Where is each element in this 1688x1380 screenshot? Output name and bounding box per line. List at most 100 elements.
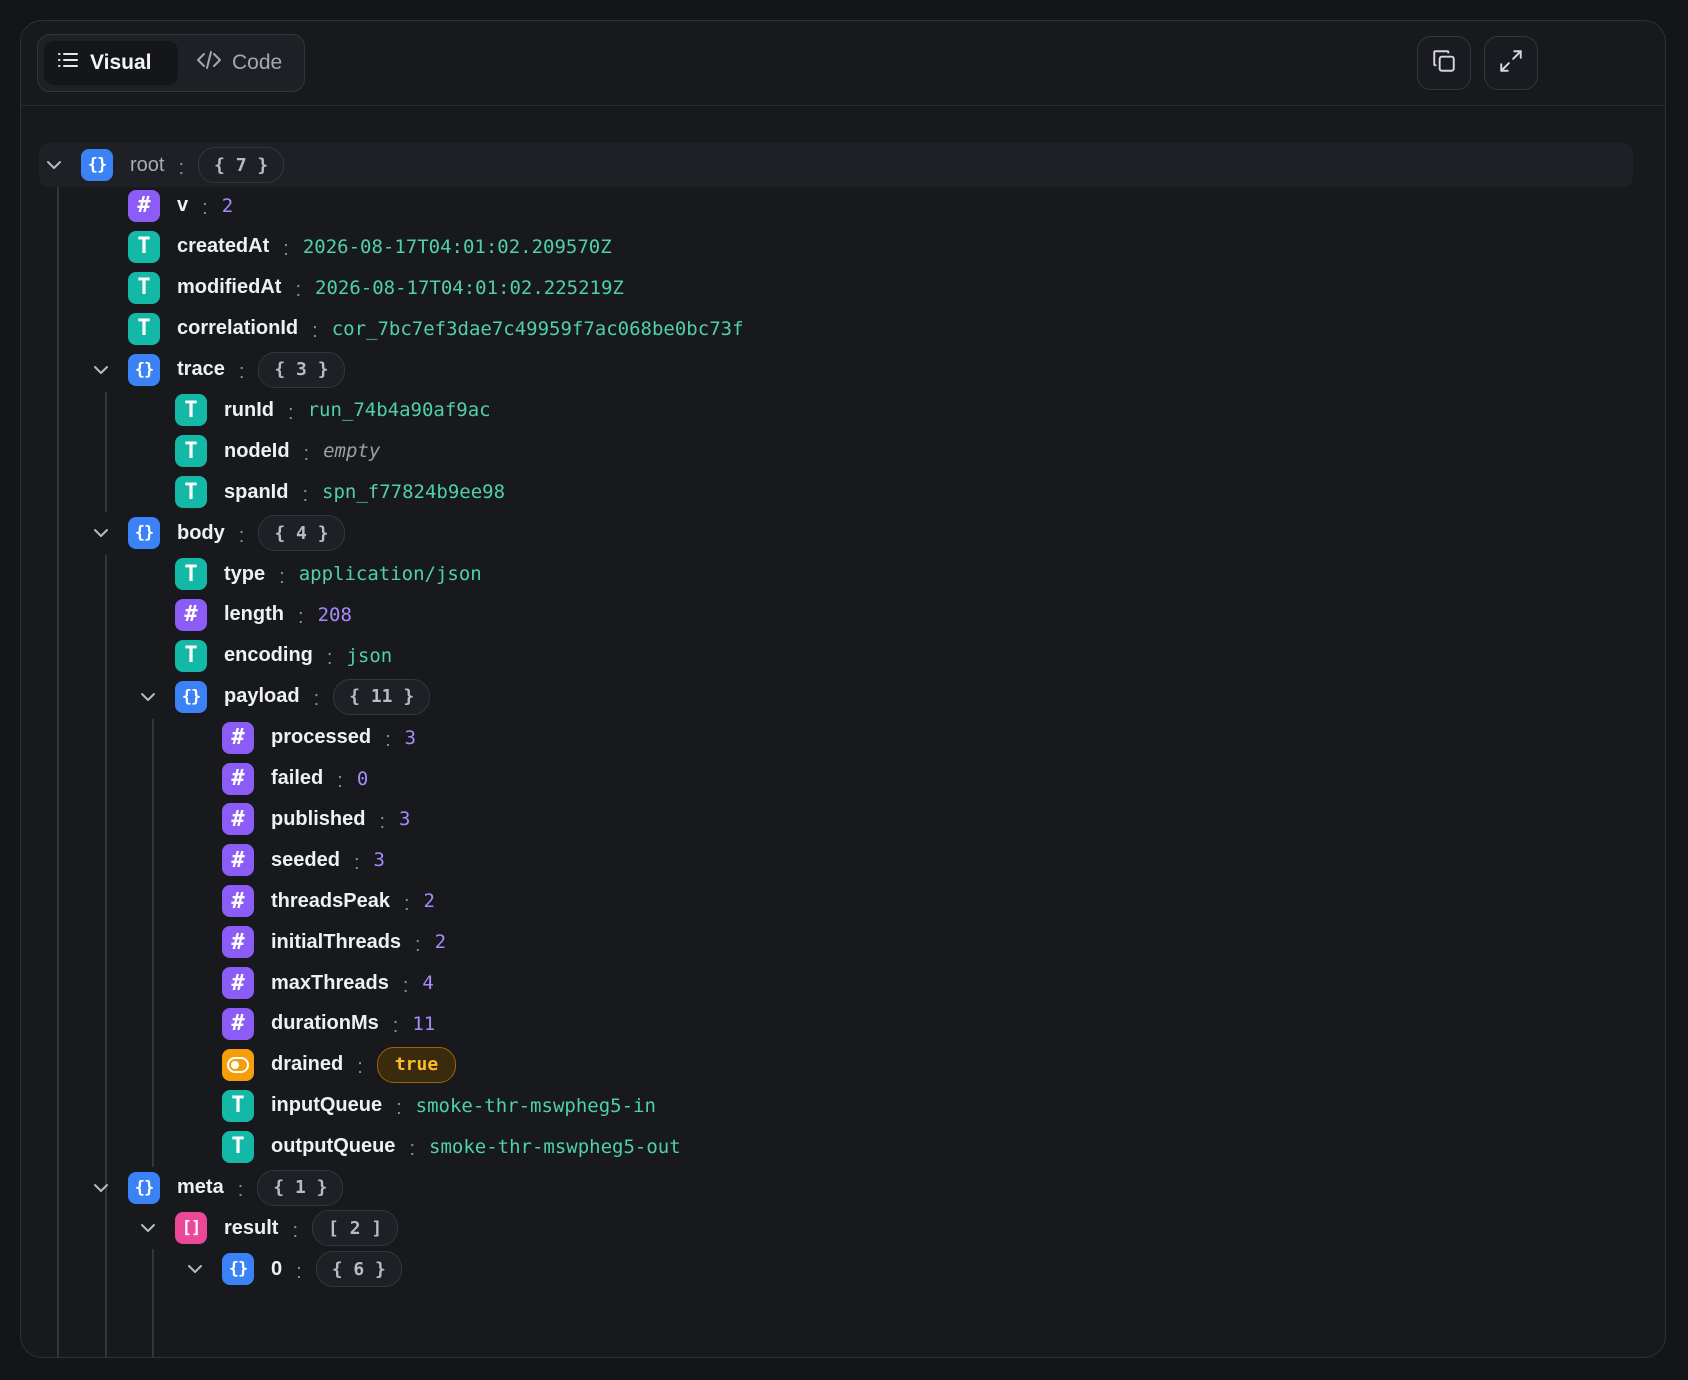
colon-separator: : — [385, 729, 391, 752]
key-label: modifiedAt — [177, 276, 282, 299]
tree-row: # v:2 — [128, 184, 233, 228]
colon-separator: : — [312, 320, 318, 343]
copy-button[interactable] — [1417, 36, 1471, 90]
tree-guide-line — [57, 187, 59, 1357]
colon-separator: : — [337, 770, 343, 792]
key-label: outputQueue — [271, 1135, 396, 1158]
tree-row: # processed:3 — [222, 716, 416, 760]
json-viewer-panel: Visual Code {} root: {7} # v: 2 T cr… — [20, 20, 1666, 1358]
child-count-badge: { 6 } — [315, 1251, 402, 1288]
string-type-icon: T — [175, 476, 207, 509]
number-value: 3 — [404, 726, 417, 749]
colon-separator: : — [295, 279, 301, 302]
colon-separator: : — [238, 524, 245, 547]
boolean-type-icon — [222, 1048, 254, 1081]
key-label: v — [177, 194, 189, 217]
colon-separator: : — [402, 974, 409, 997]
colon-separator: : — [396, 1097, 402, 1120]
key-label: correlationId — [177, 317, 299, 340]
tree-row: TcreatedAt:2026-08-17T04:01:02.209570Z — [128, 225, 612, 269]
string-value: application/json — [298, 563, 482, 585]
tree-row: Tencoding: json — [175, 634, 392, 678]
tree-row[interactable]: {} trace: { 3 } — [88, 348, 345, 392]
string-value: spn_f77824b9ee98 — [322, 481, 506, 504]
tree-row[interactable]: {} root: { 7 } — [41, 143, 285, 187]
child-count-badge: { 1 } — [257, 1169, 344, 1206]
colon-separator: : — [292, 1219, 299, 1242]
key-label: payload — [224, 685, 300, 708]
child-count-badge: [ 2 ] — [312, 1210, 399, 1247]
colon-separator: : — [403, 892, 410, 915]
tree-row[interactable]: {} payload: { 11 } — [135, 675, 431, 719]
object-type-icon: {} — [222, 1253, 254, 1286]
key-label: maxThreads — [271, 971, 389, 994]
number-value: 2 — [434, 931, 447, 954]
json-tree: {} root:{ 7 } # v:2 TcreatedAt:2026-08-17T04… — [21, 105, 1665, 1357]
string-value: empty — [323, 440, 381, 463]
array-type-icon: [] — [175, 1212, 207, 1245]
tree-row[interactable]: {} body: { 4 } — [88, 511, 345, 555]
number-value: 3 — [399, 808, 411, 831]
colon-separator: : — [326, 647, 333, 670]
tree-row: # published:3 — [222, 797, 410, 841]
key-label: createdAt — [177, 235, 270, 258]
chevron-down-icon[interactable] — [88, 520, 114, 546]
tab-visual[interactable]: Visual — [44, 41, 178, 85]
chevron-down-icon[interactable] — [88, 357, 114, 383]
tab-visual-label: Visual — [90, 51, 152, 74]
tree-row[interactable]: {} 0: { 6 } — [182, 1247, 402, 1291]
colon-separator: : — [409, 1138, 415, 1161]
string-type-icon: T — [222, 1089, 254, 1122]
colon-separator: : — [237, 1179, 244, 1201]
key-label: result — [224, 1216, 279, 1239]
object-type-icon: {} — [81, 149, 113, 181]
key-label: runId — [224, 398, 274, 421]
string-value: smoke-thr-mswpheg5-in — [415, 1094, 656, 1117]
number-type-icon: # — [222, 926, 254, 959]
colon-separator: : — [302, 483, 309, 506]
string-type-icon: T — [175, 394, 207, 427]
fullscreen-button[interactable] — [1484, 36, 1538, 90]
key-label: meta — [177, 1176, 224, 1198]
tab-code[interactable]: Code — [184, 41, 296, 85]
chevron-down-icon[interactable] — [41, 152, 67, 178]
tree-guide-line — [152, 719, 154, 1167]
colon-separator: : — [379, 810, 386, 833]
string-type-icon: T — [175, 639, 207, 672]
tree-row: # maxThreads:4 — [222, 961, 434, 1005]
tree-row: # durationMs:11 — [222, 1002, 435, 1046]
key-label: spanId — [224, 480, 289, 503]
number-value: 2 — [221, 194, 234, 217]
tree-row: # length:208 — [175, 593, 352, 637]
key-label: published — [271, 807, 366, 830]
chevron-down-icon[interactable] — [135, 1215, 161, 1241]
number-value: 2 — [423, 890, 435, 913]
view-mode-tabs: Visual Code — [37, 34, 305, 92]
chevron-down-icon[interactable] — [88, 1175, 114, 1201]
object-type-icon: {} — [175, 680, 207, 713]
object-type-icon: {} — [128, 1171, 160, 1204]
tree-row: drained: true — [222, 1043, 457, 1087]
toolbar: Visual Code — [21, 21, 1665, 106]
tree-row: TcorrelationId: cor_7bc7ef3dae7c49959f7ac… — [128, 307, 744, 351]
number-type-icon: # — [222, 1007, 254, 1040]
key-label: failed — [271, 767, 324, 789]
colon-separator: : — [353, 851, 360, 874]
colon-separator: : — [296, 1260, 302, 1283]
colon-separator: : — [313, 688, 320, 711]
string-value: smoke-thr-mswpheg5-out — [429, 1135, 681, 1158]
chevron-down-icon[interactable] — [135, 684, 161, 710]
boolean-value: true — [376, 1046, 457, 1083]
colon-separator: : — [392, 1015, 399, 1038]
tree-row[interactable]: [] result: [ 2 ] — [135, 1206, 399, 1250]
chevron-down-icon[interactable] — [182, 1256, 208, 1282]
tree-row: # threadsPeak:2 — [222, 879, 435, 923]
key-label: 0 — [271, 1257, 283, 1280]
object-type-icon: {} — [128, 353, 160, 386]
key-label: type — [224, 562, 266, 585]
tree-row[interactable]: {} meta: { 1 } — [88, 1166, 344, 1210]
string-value: json — [346, 644, 393, 667]
child-count-badge: { 11 } — [333, 678, 431, 715]
key-label: trace — [177, 358, 225, 380]
key-label: body — [177, 521, 225, 544]
